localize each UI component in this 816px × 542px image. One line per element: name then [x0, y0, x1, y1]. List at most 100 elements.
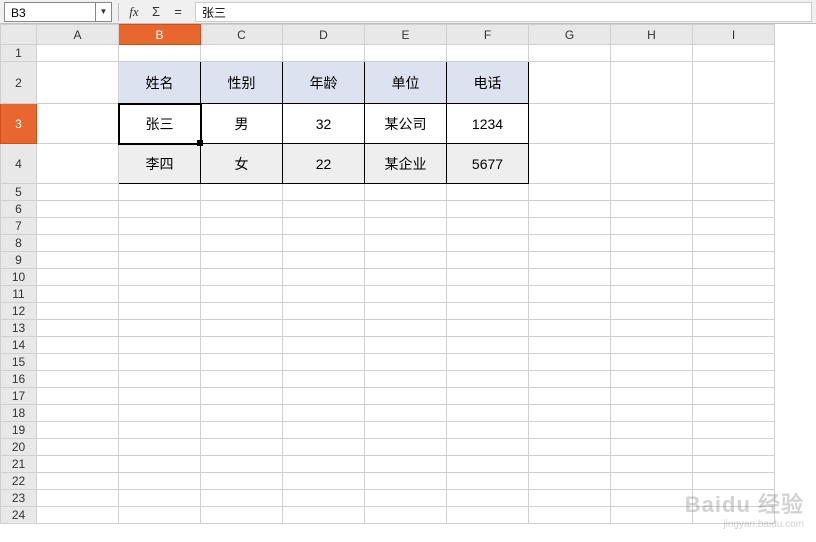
- cell-I15[interactable]: [693, 354, 775, 371]
- cell-C12[interactable]: [201, 303, 283, 320]
- cell-B22[interactable]: [119, 473, 201, 490]
- cell-B14[interactable]: [119, 337, 201, 354]
- cell-C3[interactable]: 男: [201, 104, 283, 144]
- cell-H19[interactable]: [611, 422, 693, 439]
- cell-A1[interactable]: [37, 45, 119, 62]
- cell-A2[interactable]: [37, 62, 119, 104]
- column-header-C[interactable]: C: [201, 25, 283, 45]
- cell-B23[interactable]: [119, 490, 201, 507]
- cell-I14[interactable]: [693, 337, 775, 354]
- cell-F5[interactable]: [447, 184, 529, 201]
- cell-E4[interactable]: 某企业: [365, 144, 447, 184]
- cell-B2[interactable]: 姓名: [119, 62, 201, 104]
- cell-G3[interactable]: [529, 104, 611, 144]
- cell-C11[interactable]: [201, 286, 283, 303]
- cell-A20[interactable]: [37, 439, 119, 456]
- cell-E5[interactable]: [365, 184, 447, 201]
- cell-F3[interactable]: 1234: [447, 104, 529, 144]
- cell-I11[interactable]: [693, 286, 775, 303]
- cell-F15[interactable]: [447, 354, 529, 371]
- row-header-15[interactable]: 15: [1, 354, 37, 371]
- row-header-10[interactable]: 10: [1, 269, 37, 286]
- cell-G13[interactable]: [529, 320, 611, 337]
- row-header-8[interactable]: 8: [1, 235, 37, 252]
- row-header-18[interactable]: 18: [1, 405, 37, 422]
- cell-G21[interactable]: [529, 456, 611, 473]
- cell-E9[interactable]: [365, 252, 447, 269]
- cell-B13[interactable]: [119, 320, 201, 337]
- cell-I13[interactable]: [693, 320, 775, 337]
- cell-B10[interactable]: [119, 269, 201, 286]
- row-header-16[interactable]: 16: [1, 371, 37, 388]
- cell-G23[interactable]: [529, 490, 611, 507]
- cell-I7[interactable]: [693, 218, 775, 235]
- cell-E6[interactable]: [365, 201, 447, 218]
- cell-F20[interactable]: [447, 439, 529, 456]
- row-header-24[interactable]: 24: [1, 507, 37, 524]
- cell-G5[interactable]: [529, 184, 611, 201]
- cell-I9[interactable]: [693, 252, 775, 269]
- row-header-3[interactable]: 3: [1, 104, 37, 144]
- cell-H16[interactable]: [611, 371, 693, 388]
- cell-G4[interactable]: [529, 144, 611, 184]
- cell-A6[interactable]: [37, 201, 119, 218]
- cell-H20[interactable]: [611, 439, 693, 456]
- cell-H3[interactable]: [611, 104, 693, 144]
- cell-C23[interactable]: [201, 490, 283, 507]
- cell-A23[interactable]: [37, 490, 119, 507]
- cell-F7[interactable]: [447, 218, 529, 235]
- cell-F4[interactable]: 5677: [447, 144, 529, 184]
- cell-D21[interactable]: [283, 456, 365, 473]
- cell-D1[interactable]: [283, 45, 365, 62]
- cell-H12[interactable]: [611, 303, 693, 320]
- cell-A3[interactable]: [37, 104, 119, 144]
- cell-E10[interactable]: [365, 269, 447, 286]
- cell-D23[interactable]: [283, 490, 365, 507]
- cell-G10[interactable]: [529, 269, 611, 286]
- cell-I19[interactable]: [693, 422, 775, 439]
- cell-G1[interactable]: [529, 45, 611, 62]
- cell-G6[interactable]: [529, 201, 611, 218]
- cell-B7[interactable]: [119, 218, 201, 235]
- cell-I16[interactable]: [693, 371, 775, 388]
- cell-C7[interactable]: [201, 218, 283, 235]
- row-header-17[interactable]: 17: [1, 388, 37, 405]
- row-header-6[interactable]: 6: [1, 201, 37, 218]
- cell-C18[interactable]: [201, 405, 283, 422]
- row-header-11[interactable]: 11: [1, 286, 37, 303]
- cell-A12[interactable]: [37, 303, 119, 320]
- column-header-A[interactable]: A: [37, 25, 119, 45]
- cell-D14[interactable]: [283, 337, 365, 354]
- cell-F9[interactable]: [447, 252, 529, 269]
- row-header-2[interactable]: 2: [1, 62, 37, 104]
- cell-I5[interactable]: [693, 184, 775, 201]
- cell-E17[interactable]: [365, 388, 447, 405]
- cell-H11[interactable]: [611, 286, 693, 303]
- cell-A7[interactable]: [37, 218, 119, 235]
- cell-B21[interactable]: [119, 456, 201, 473]
- cell-D4[interactable]: 22: [283, 144, 365, 184]
- cell-D19[interactable]: [283, 422, 365, 439]
- cell-I8[interactable]: [693, 235, 775, 252]
- cell-F11[interactable]: [447, 286, 529, 303]
- cell-A21[interactable]: [37, 456, 119, 473]
- cell-I6[interactable]: [693, 201, 775, 218]
- cell-H5[interactable]: [611, 184, 693, 201]
- cell-D17[interactable]: [283, 388, 365, 405]
- cell-B19[interactable]: [119, 422, 201, 439]
- cell-E19[interactable]: [365, 422, 447, 439]
- cell-H15[interactable]: [611, 354, 693, 371]
- select-all-corner[interactable]: [1, 25, 37, 45]
- cell-C24[interactable]: [201, 507, 283, 524]
- cell-B9[interactable]: [119, 252, 201, 269]
- row-header-22[interactable]: 22: [1, 473, 37, 490]
- cell-F12[interactable]: [447, 303, 529, 320]
- cell-H13[interactable]: [611, 320, 693, 337]
- cell-C2[interactable]: 性别: [201, 62, 283, 104]
- cell-F24[interactable]: [447, 507, 529, 524]
- cell-E12[interactable]: [365, 303, 447, 320]
- cell-A15[interactable]: [37, 354, 119, 371]
- cell-E20[interactable]: [365, 439, 447, 456]
- row-header-19[interactable]: 19: [1, 422, 37, 439]
- cell-E8[interactable]: [365, 235, 447, 252]
